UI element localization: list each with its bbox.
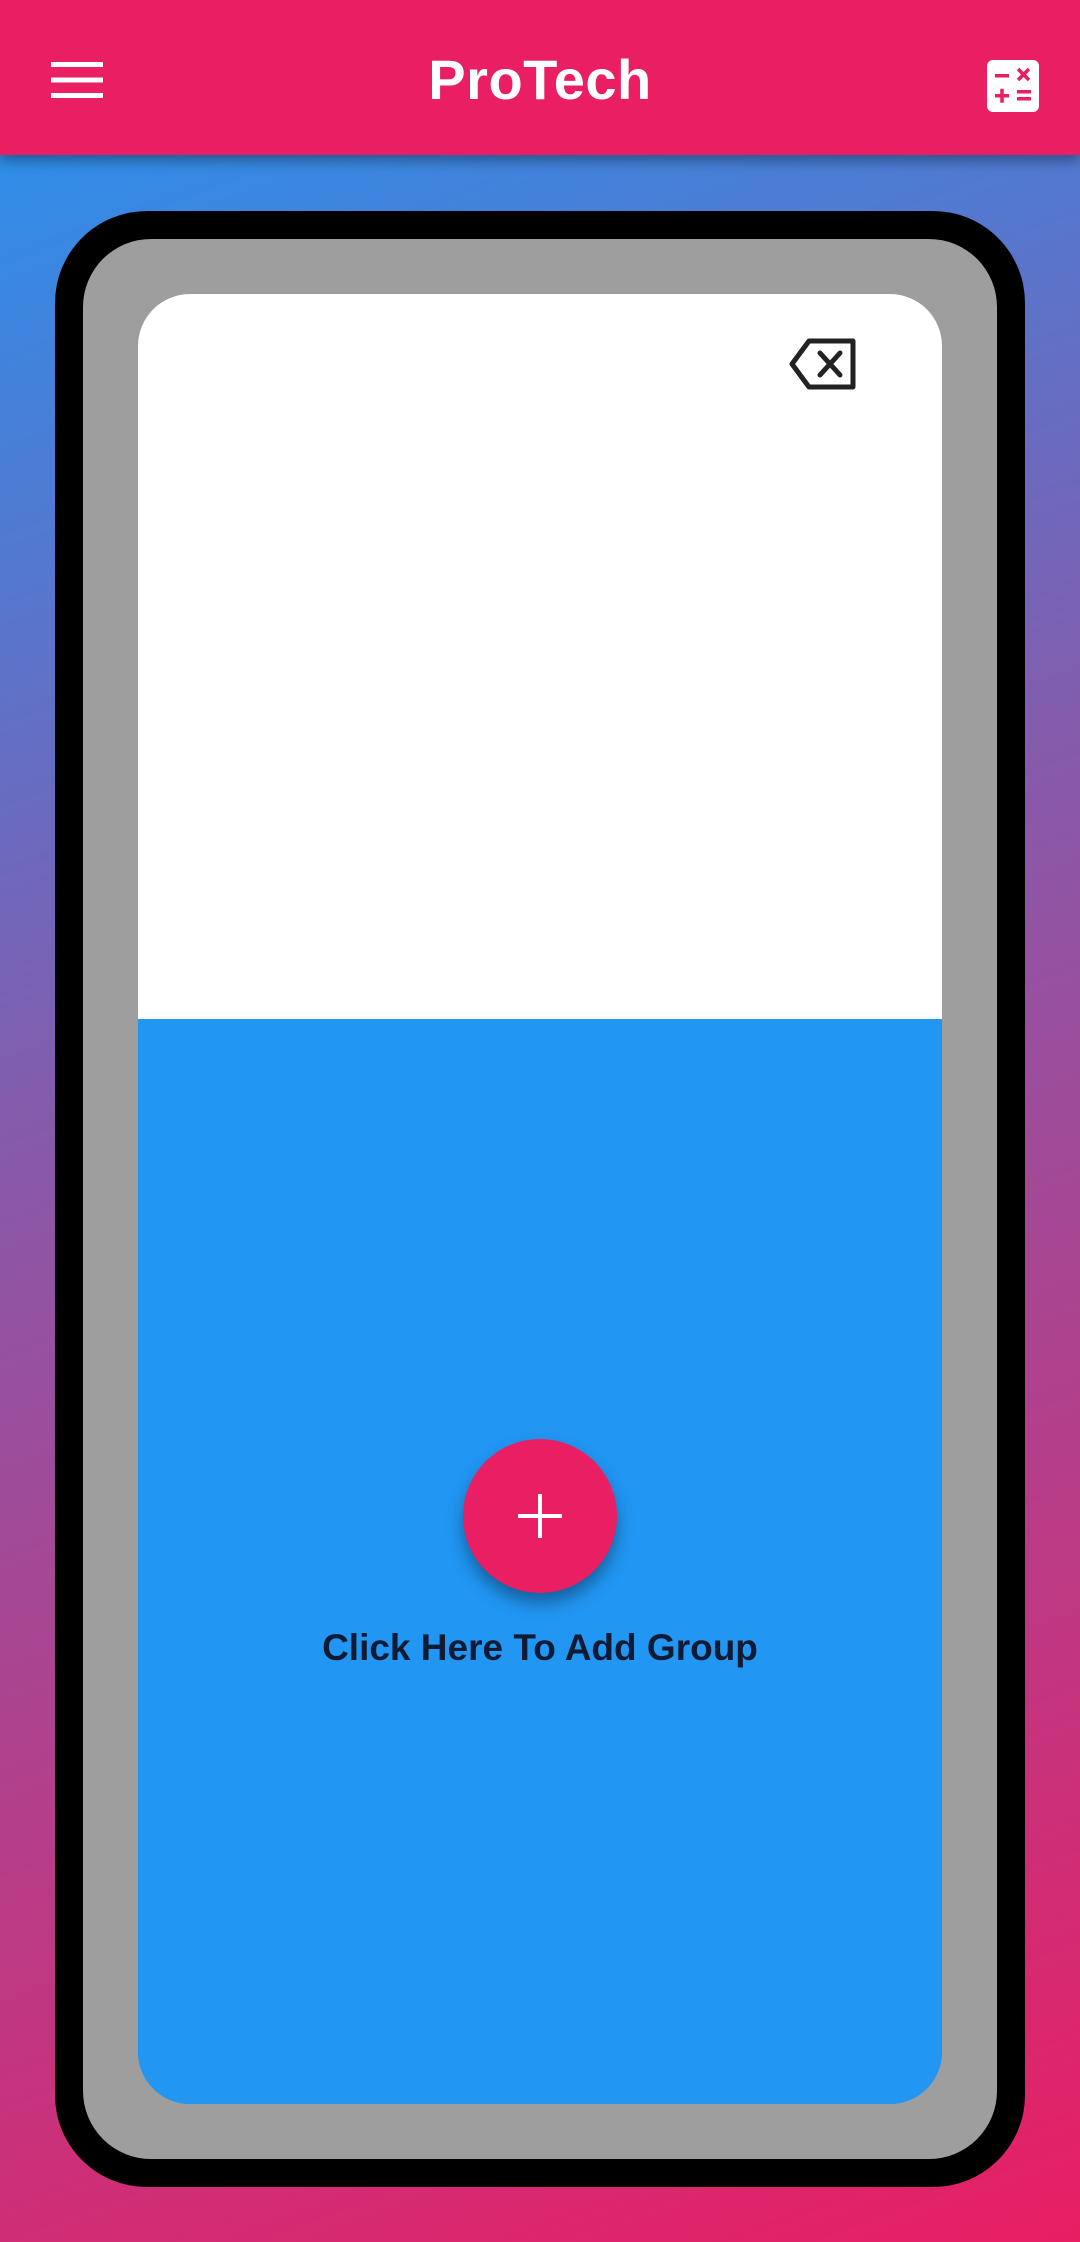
phone-frame: Click Here To Add Group [55,211,1025,2187]
keypad-area: Click Here To Add Group [138,1019,942,2104]
add-group-button[interactable] [463,1439,617,1593]
backspace-button[interactable] [778,326,868,402]
app-bar: ProTech [0,0,1080,155]
backspace-icon [789,338,856,390]
add-group-label[interactable]: Click Here To Add Group [138,1627,942,1669]
calculator-icon [987,60,1039,112]
display-area [138,294,942,1019]
calculator-button[interactable] [975,48,1051,124]
calculator-screen: Click Here To Add Group [138,294,942,2104]
plus-icon [518,1494,562,1538]
app-title: ProTech [428,48,652,111]
phone-bezel: Click Here To Add Group [83,239,997,2159]
